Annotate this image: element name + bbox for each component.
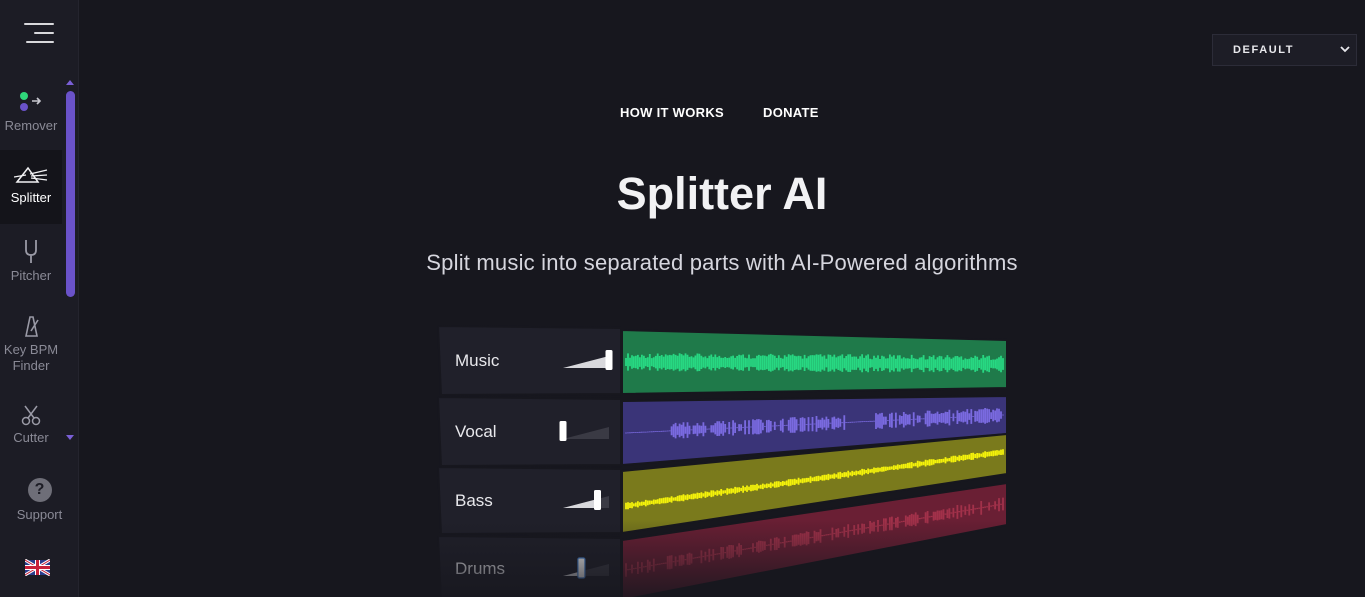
mode-select[interactable]: DEFAULT bbox=[1212, 34, 1357, 66]
metronome-icon bbox=[25, 316, 39, 337]
scroll-up-arrow-icon[interactable] bbox=[66, 80, 74, 85]
sidebar-item-remover[interactable]: Remover bbox=[0, 88, 62, 146]
page-title: Splitter AI bbox=[616, 168, 828, 219]
support-label: Support bbox=[16, 507, 63, 522]
sidebar-item-label: Cutter bbox=[13, 430, 49, 445]
remover-icon bbox=[20, 92, 42, 111]
hamburger-menu-icon[interactable] bbox=[22, 20, 56, 48]
help-icon: ? bbox=[27, 478, 52, 502]
scissors-icon bbox=[21, 405, 41, 426]
chevron-down-icon bbox=[1340, 46, 1350, 53]
uk-flag-icon[interactable] bbox=[25, 559, 50, 576]
how-it-works-link[interactable]: HOW IT WORKS bbox=[620, 105, 724, 120]
sidebar-item-label: Key BPM Finder bbox=[3, 342, 59, 373]
sidebar-item-label: Pitcher bbox=[10, 268, 52, 283]
page-subtitle: Split music into separated parts with AI… bbox=[426, 250, 1018, 275]
sidebar: Remover Splitter Pitcher Key BPM Finder bbox=[0, 0, 79, 597]
sidebar-item-cutter[interactable]: Cutter bbox=[0, 404, 62, 450]
sidebar-item-key-bpm-finder[interactable]: Key BPM Finder bbox=[0, 314, 62, 373]
mode-select-value: DEFAULT bbox=[1233, 44, 1295, 56]
sidebar-scrollbar-thumb[interactable] bbox=[66, 91, 75, 297]
sidebar-item-support[interactable]: ? Support bbox=[0, 476, 79, 522]
sidebar-item-label: Remover bbox=[4, 118, 58, 133]
sidebar-item-splitter[interactable]: Splitter bbox=[0, 150, 62, 224]
prism-icon bbox=[14, 166, 48, 183]
sidebar-item-label: Splitter bbox=[10, 190, 52, 205]
donate-link[interactable]: DONATE bbox=[763, 105, 819, 120]
scroll-down-arrow-icon[interactable] bbox=[66, 435, 74, 440]
mixer-illustration: MusicVocalBassDrums bbox=[435, 320, 1010, 597]
tuning-fork-icon bbox=[25, 240, 37, 263]
sidebar-item-pitcher[interactable]: Pitcher bbox=[0, 238, 62, 296]
